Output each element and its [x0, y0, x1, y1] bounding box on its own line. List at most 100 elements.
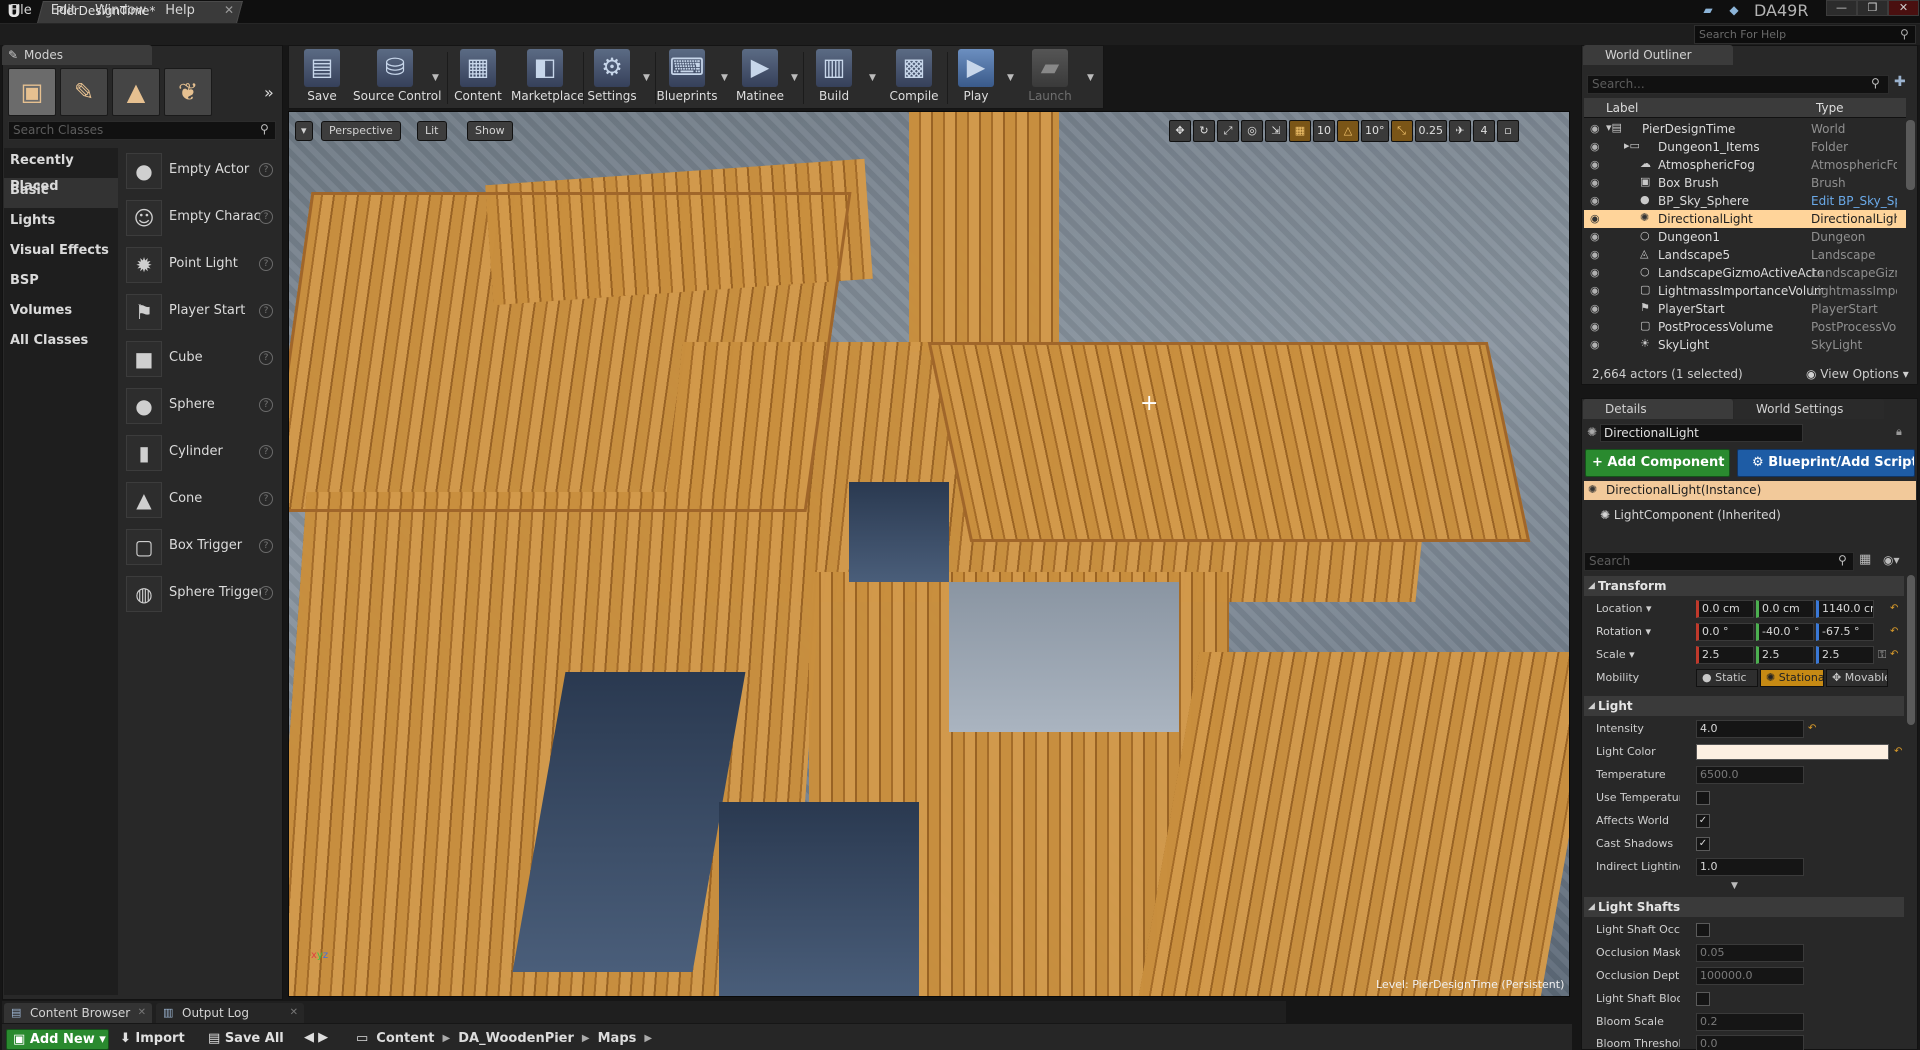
- category-recently-placed[interactable]: Recently Placed: [4, 148, 118, 194]
- component-row[interactable]: ✺ LightComponent (Inherited): [1600, 508, 1781, 522]
- notification-icon[interactable]: ◆: [1726, 3, 1742, 17]
- eye-icon[interactable]: ◉: [1590, 266, 1600, 279]
- eye-icon[interactable]: ◉: [1590, 248, 1600, 261]
- list-item[interactable]: ⚑ Player Start?: [124, 291, 280, 338]
- maximize-button[interactable]: ❐: [1857, 0, 1888, 16]
- table-row[interactable]: ◉ ○ Dungeon1 Dungeon: [1584, 228, 1906, 246]
- level-viewport[interactable]: ▾ Perspective Lit Show ✥ ↻ ⤢ ◎ ⇲ ▦ 10 △ …: [288, 111, 1570, 997]
- details-tab[interactable]: Details: [1583, 399, 1733, 419]
- outliner-scrollbar[interactable]: [1906, 120, 1915, 190]
- place-mode-icon[interactable]: ▣: [8, 68, 56, 116]
- reset-icon[interactable]: ↶: [1890, 603, 1898, 614]
- rotation-snap-icon[interactable]: △: [1337, 120, 1359, 142]
- eye-icon[interactable]: ◉: [1590, 158, 1600, 171]
- chevron-down-icon[interactable]: ▼: [791, 73, 798, 83]
- light-shafts-category[interactable]: ◢ Light Shafts: [1584, 897, 1904, 917]
- grid-view-icon[interactable]: ▦: [1859, 552, 1871, 567]
- back-arrow-icon[interactable]: ◀: [304, 1030, 314, 1045]
- scale-y-field[interactable]: 2.5: [1756, 646, 1814, 664]
- world-settings-tab[interactable]: World Settings: [1734, 399, 1884, 419]
- close-icon[interactable]: ✕: [224, 3, 234, 17]
- content-button[interactable]: ▦ Content: [449, 49, 507, 103]
- marketplace-button[interactable]: ◧ Marketplace: [511, 49, 585, 103]
- menu-file[interactable]: File: [10, 3, 32, 18]
- help-icon[interactable]: ?: [259, 163, 273, 177]
- table-row[interactable]: ◉ ▣ Box Brush Brush: [1584, 174, 1906, 192]
- scale-snap-icon[interactable]: ⤡: [1390, 120, 1413, 142]
- modes-tab[interactable]: Modes: [2, 45, 152, 65]
- help-icon[interactable]: ?: [259, 492, 273, 506]
- launch-button[interactable]: ▰ Launch: [1021, 49, 1079, 103]
- component-instance-row[interactable]: DirectionalLight(Instance): [1584, 481, 1916, 500]
- lock-icon[interactable]: ⚿: [1878, 648, 1886, 662]
- play-button[interactable]: ▶ Play: [947, 49, 1005, 103]
- landscape-mode-icon[interactable]: ▲: [112, 68, 160, 116]
- table-row[interactable]: ◉ ● BP_Sky_Sphere Edit BP_Sky_Sphere: [1584, 192, 1906, 210]
- maximize-viewport-icon[interactable]: ▫: [1497, 120, 1519, 142]
- add-folder-icon[interactable]: ✚: [1894, 74, 1906, 90]
- table-row[interactable]: ◉ ▢ LightmassImportanceVolumeLightmassImpo…: [1584, 282, 1906, 300]
- chevron-down-icon[interactable]: ▼: [869, 73, 876, 83]
- use-temperature-checkbox[interactable]: [1696, 791, 1710, 805]
- viewport-options-button[interactable]: ▾: [295, 121, 313, 141]
- reset-icon[interactable]: ↶: [1890, 649, 1898, 660]
- search-classes-input[interactable]: Search Classes: [8, 121, 276, 140]
- light-category[interactable]: ◢ Light: [1584, 696, 1904, 716]
- perspective-button[interactable]: Perspective: [321, 121, 401, 141]
- minimize-button[interactable]: —: [1826, 0, 1857, 16]
- reset-icon[interactable]: ↶: [1894, 746, 1902, 757]
- surface-snap-icon[interactable]: ⇲: [1265, 120, 1287, 142]
- category-lights[interactable]: Lights: [4, 208, 118, 238]
- breadcrumb-separator-icon[interactable]: ▶: [582, 1031, 590, 1047]
- close-icon[interactable]: ✕: [138, 1003, 146, 1023]
- breadcrumb-separator-icon[interactable]: ▶: [443, 1031, 451, 1047]
- location-y-field[interactable]: 0.0 cm: [1756, 600, 1814, 618]
- save-button[interactable]: ▤ Save: [293, 49, 351, 103]
- eye-icon[interactable]: ◉: [1590, 176, 1600, 189]
- eye-icon[interactable]: ◉: [1590, 284, 1600, 297]
- table-row[interactable]: ◉ ▾▤ PierDesignTime World: [1584, 120, 1906, 138]
- show-button[interactable]: Show: [467, 121, 513, 141]
- help-icon[interactable]: ?: [259, 445, 273, 459]
- category-basic[interactable]: Basic: [4, 178, 118, 208]
- table-row[interactable]: ◉ ⚑ PlayerStart PlayerStart: [1584, 300, 1906, 318]
- list-item[interactable]: ✹ Point Light?: [124, 244, 280, 291]
- scale-z-field[interactable]: 2.5: [1816, 646, 1874, 664]
- column-header-label[interactable]: Label: [1606, 101, 1638, 115]
- list-item[interactable]: ▢ Box Trigger?: [124, 526, 280, 573]
- list-item[interactable]: ☺ Empty Character?: [124, 197, 280, 244]
- grid-snap-value[interactable]: 10: [1313, 120, 1335, 142]
- eye-icon[interactable]: ◉: [1590, 122, 1600, 135]
- list-item[interactable]: ▲ Cone?: [124, 479, 280, 526]
- blueprints-button[interactable]: ⌨ Blueprints: [655, 49, 719, 103]
- help-icon[interactable]: ?: [259, 586, 273, 600]
- save-all-button[interactable]: ▤ Save All: [208, 1031, 284, 1046]
- eye-icon[interactable]: ◉▾: [1883, 553, 1900, 567]
- help-icon[interactable]: ?: [259, 539, 273, 553]
- table-row[interactable]: ◉ ☀ SkyLight SkyLight: [1584, 336, 1906, 354]
- help-search-input[interactable]: Search For Help: [1694, 25, 1916, 44]
- chevron-down-icon[interactable]: ▼: [643, 73, 650, 83]
- add-component-button[interactable]: + Add Component ▾: [1585, 449, 1730, 496]
- paint-mode-icon[interactable]: ✎: [60, 68, 108, 116]
- actor-name-field[interactable]: DirectionalLight: [1600, 424, 1803, 442]
- expand-modes-icon[interactable]: »: [264, 83, 274, 102]
- folder-icon[interactable]: ▭: [356, 1031, 368, 1047]
- chevron-down-icon[interactable]: ▼: [721, 73, 728, 83]
- chevron-down-icon[interactable]: ▼: [1087, 73, 1094, 83]
- category-visual-effects[interactable]: Visual Effects: [4, 238, 118, 268]
- eye-icon[interactable]: ◉: [1590, 338, 1600, 351]
- outliner-search-input[interactable]: Search...: [1587, 75, 1889, 94]
- list-item[interactable]: ● Sphere?: [124, 385, 280, 432]
- list-item[interactable]: ■ Cube?: [124, 338, 280, 385]
- eye-icon[interactable]: ◉: [1590, 302, 1600, 315]
- location-x-field[interactable]: 0.0 cm: [1696, 600, 1754, 618]
- transform-category[interactable]: ◢ Transform: [1584, 576, 1904, 596]
- cast-shadows-checkbox[interactable]: ✓: [1696, 837, 1710, 851]
- rotate-icon[interactable]: ↻: [1193, 120, 1215, 142]
- table-row-selected[interactable]: ◉ ✺ DirectionalLight DirectionalLight: [1584, 210, 1906, 228]
- world-local-icon[interactable]: ◎: [1241, 120, 1263, 142]
- list-item[interactable]: ◍ Sphere Trigger?: [124, 573, 280, 620]
- advanced-expander-icon[interactable]: ▼: [1731, 881, 1738, 891]
- tab-content-browser[interactable]: ▤ Content Browser ✕: [4, 1003, 152, 1023]
